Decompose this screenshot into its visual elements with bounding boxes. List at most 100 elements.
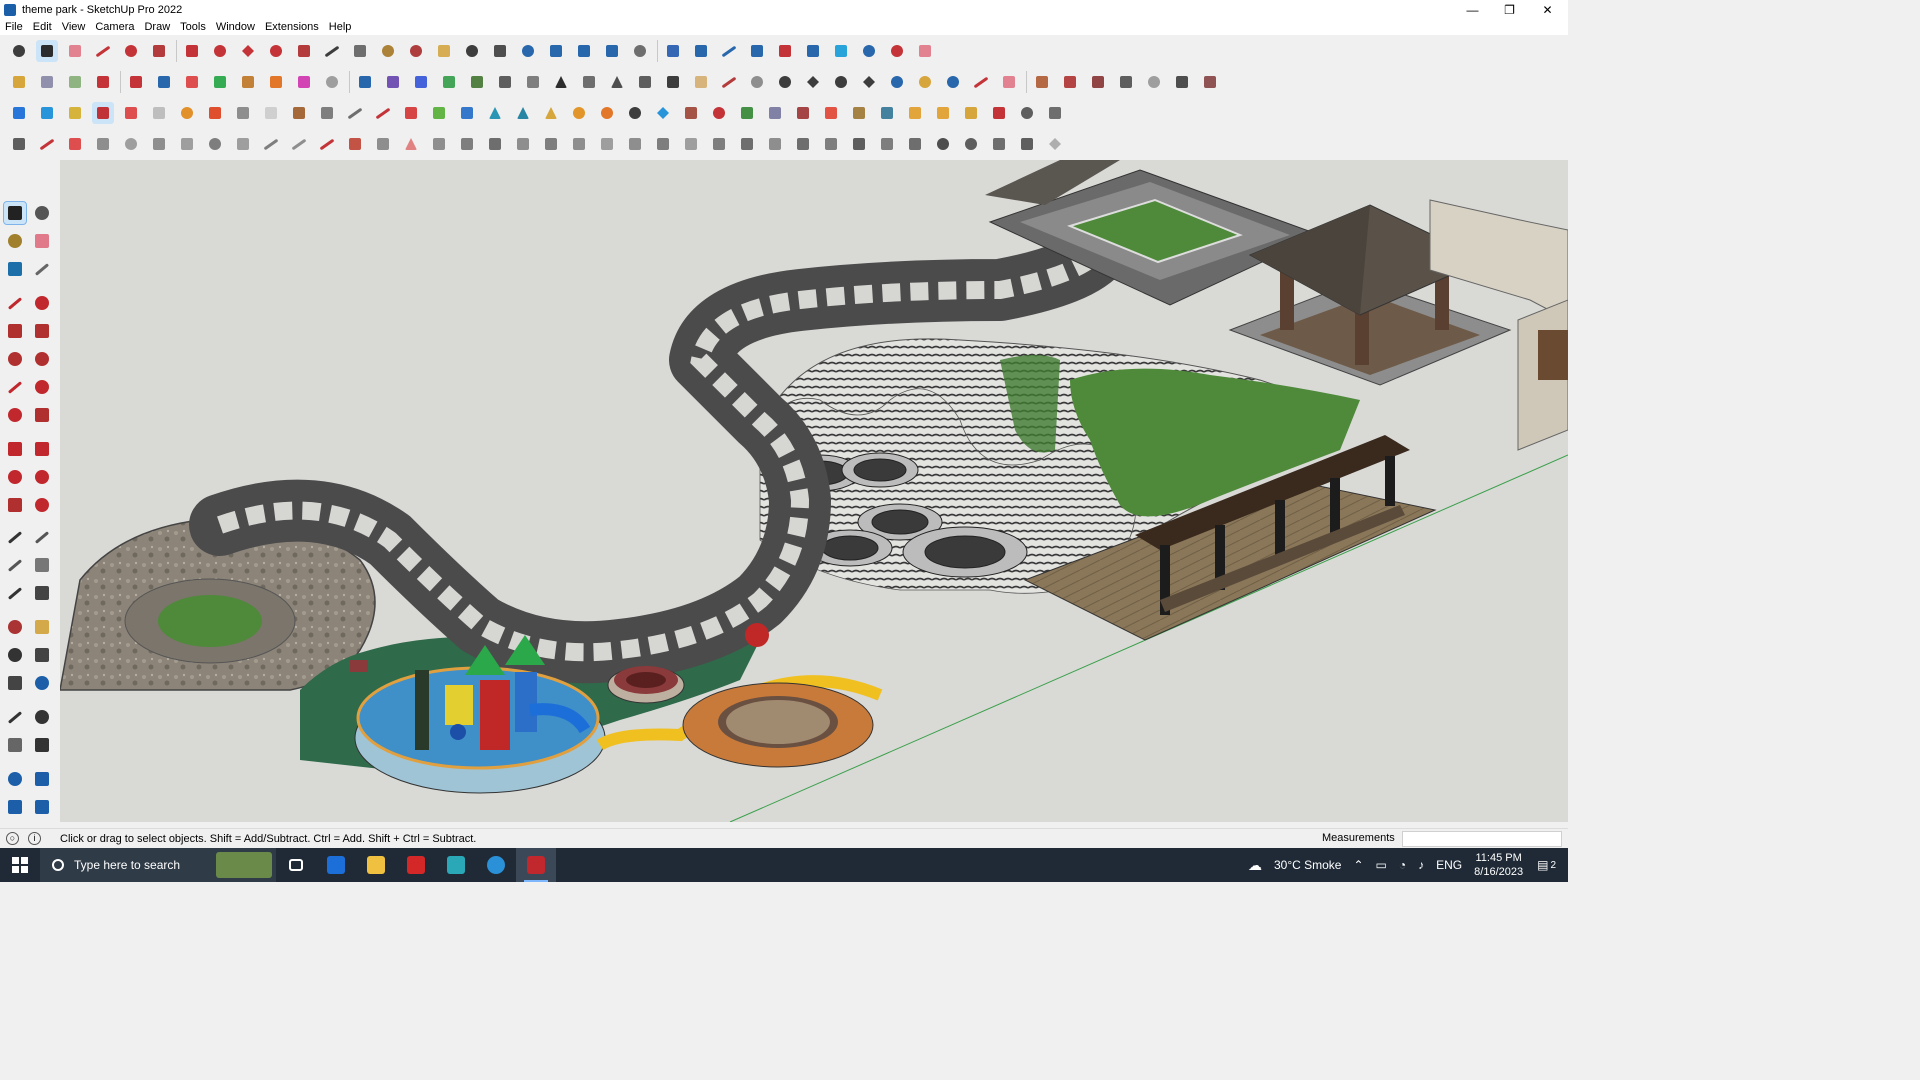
explode-icon[interactable]: [92, 71, 114, 93]
warehouse-icon[interactable]: [629, 40, 651, 62]
bounding-box-icon[interactable]: [830, 40, 852, 62]
warning-icon[interactable]: [540, 102, 562, 124]
move-icon[interactable]: [237, 40, 259, 62]
cross-icon[interactable]: [456, 102, 478, 124]
orbit-tool-icon[interactable]: [4, 616, 26, 638]
rafter-icon[interactable]: [680, 133, 702, 155]
follow-me-tool-icon[interactable]: [31, 466, 53, 488]
3d-text-icon[interactable]: [31, 582, 53, 604]
section-plane-icon[interactable]: [662, 40, 684, 62]
deck-icon[interactable]: [736, 133, 758, 155]
purlin-icon[interactable]: [708, 133, 730, 155]
soften-icon[interactable]: [321, 71, 343, 93]
make-component-icon[interactable]: [31, 202, 53, 224]
offset-tool-icon[interactable]: [31, 494, 53, 516]
restore-button[interactable]: ❐: [1491, 0, 1528, 19]
zoom-extents-tool-icon[interactable]: [4, 672, 26, 694]
drape-icon[interactable]: [601, 40, 623, 62]
blinds-icon[interactable]: [988, 133, 1010, 155]
start-button[interactable]: [0, 848, 40, 882]
sandbox-smoove-icon[interactable]: [4, 768, 26, 790]
rail-icon[interactable]: [456, 133, 478, 155]
group-icon[interactable]: [36, 71, 58, 93]
meet-now-icon[interactable]: ▭: [1376, 858, 1387, 872]
geo-location-icon[interactable]: ○: [6, 832, 19, 845]
path-icon[interactable]: [92, 133, 114, 155]
tape-measure-icon[interactable]: [321, 40, 343, 62]
store-icon[interactable]: [436, 848, 476, 882]
text-icon[interactable]: [349, 40, 371, 62]
menu-edit[interactable]: Edit: [33, 21, 52, 33]
acrobat-icon[interactable]: [396, 848, 436, 882]
tag-icon[interactable]: [820, 102, 842, 124]
pan-tool-icon[interactable]: [31, 616, 53, 638]
dimension-tool-icon[interactable]: [31, 526, 53, 548]
line-icon[interactable]: [92, 40, 114, 62]
active-plugin-icon[interactable]: [92, 102, 114, 124]
redo-icon[interactable]: [886, 40, 908, 62]
shapes-icon[interactable]: [148, 40, 170, 62]
component-icon[interactable]: [8, 71, 30, 93]
flip-icon[interactable]: [746, 40, 768, 62]
clean-up-icon[interactable]: [914, 40, 936, 62]
polygon-icon[interactable]: [802, 71, 824, 93]
eraser-icon[interactable]: [64, 40, 86, 62]
line-tool-icon[interactable]: [4, 292, 26, 314]
menu-extensions[interactable]: Extensions: [265, 21, 319, 33]
task-view-icon[interactable]: [276, 848, 316, 882]
trim-icon[interactable]: [265, 71, 287, 93]
louver-icon[interactable]: [792, 133, 814, 155]
brick-icon[interactable]: [960, 102, 982, 124]
pyramid-icon[interactable]: [512, 102, 534, 124]
wifi-icon[interactable]: ◔: [1399, 858, 1406, 872]
circle-tool-icon[interactable]: [4, 348, 26, 370]
menu-tools[interactable]: Tools: [180, 21, 206, 33]
fence-icon[interactable]: [484, 133, 506, 155]
scale-tool-icon[interactable]: [4, 494, 26, 516]
arc-tool-icon[interactable]: [4, 376, 26, 398]
screen-icon[interactable]: [876, 133, 898, 155]
pencil-icon[interactable]: [718, 71, 740, 93]
divide-icon[interactable]: [316, 133, 338, 155]
taskbar-clock[interactable]: 11:45 PM 8/16/2023: [1474, 851, 1523, 879]
star-icon[interactable]: [652, 102, 674, 124]
roof-icon[interactable]: [1031, 71, 1053, 93]
lattice-icon[interactable]: [904, 133, 926, 155]
ellipse-icon[interactable]: [830, 71, 852, 93]
home-view-icon[interactable]: [550, 71, 572, 93]
extend-icon[interactable]: [970, 71, 992, 93]
grid-icon[interactable]: [428, 102, 450, 124]
lathe-icon[interactable]: [148, 133, 170, 155]
ramp-icon[interactable]: [596, 133, 618, 155]
loft-icon[interactable]: [120, 102, 142, 124]
hand-icon[interactable]: [690, 71, 712, 93]
bevel-icon[interactable]: [232, 133, 254, 155]
fan-icon[interactable]: [960, 133, 982, 155]
joint-push-pull-icon[interactable]: [288, 102, 310, 124]
vehicle-icon[interactable]: [64, 133, 86, 155]
lasso-icon[interactable]: [120, 40, 142, 62]
polyline-icon[interactable]: [36, 133, 58, 155]
measurements-input[interactable]: [1402, 831, 1562, 847]
paint-bucket-icon[interactable]: [377, 40, 399, 62]
flatten-icon[interactable]: [148, 102, 170, 124]
instructor-info-icon[interactable]: i: [28, 832, 41, 845]
pan-icon[interactable]: [433, 40, 455, 62]
taskbar-search[interactable]: Type here to search: [40, 848, 276, 882]
cube-outline-icon[interactable]: [1044, 133, 1066, 155]
face-select-icon[interactable]: [36, 102, 58, 124]
zoom-tool-icon[interactable]: [4, 644, 26, 666]
fillet-icon[interactable]: [204, 102, 226, 124]
rectangle-tool-icon[interactable]: [4, 320, 26, 342]
sweep-icon[interactable]: [120, 133, 142, 155]
front-view-icon[interactable]: [578, 71, 600, 93]
rotate-tool-icon[interactable]: [4, 466, 26, 488]
layers-icon[interactable]: [517, 40, 539, 62]
surface-icon[interactable]: [64, 102, 86, 124]
select-tool-icon[interactable]: [3, 201, 27, 225]
weld-icon[interactable]: [344, 102, 366, 124]
minimize-button[interactable]: —: [1454, 0, 1491, 19]
swirl-icon[interactable]: [624, 102, 646, 124]
knot-icon[interactable]: [596, 102, 618, 124]
arch-icon[interactable]: [372, 133, 394, 155]
